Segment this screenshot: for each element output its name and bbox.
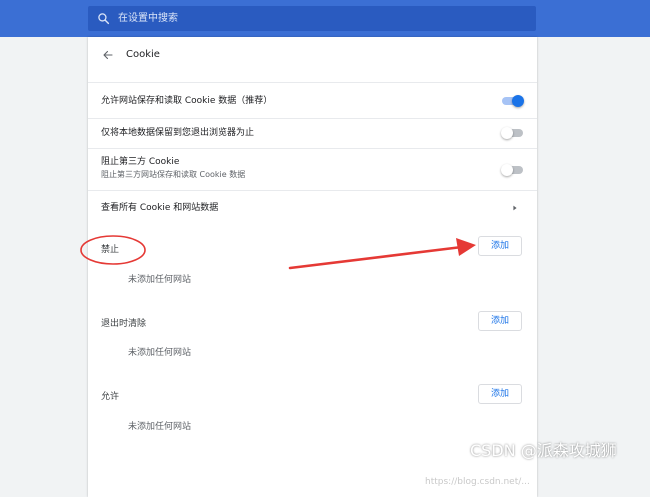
setting-label: 查看所有 Cookie 和网站数据 (101, 203, 219, 213)
section-title-allow: 允许 (101, 392, 120, 402)
setting-allow-cookies[interactable]: 允许网站保存和读取 Cookie 数据（推荐） (88, 82, 537, 118)
chevron-right-icon (513, 205, 517, 211)
add-allow-button[interactable]: 添加 (478, 384, 522, 404)
toggle-knob (501, 127, 513, 139)
search-icon (98, 13, 110, 25)
watermark-url: https://blog.csdn.net/... (425, 477, 530, 487)
cookie-settings-card: Cookie 允许网站保存和读取 Cookie 数据（推荐） 仅将本地数据保留到… (88, 37, 537, 497)
watermark: CSDN @派森攻城狮 (470, 441, 617, 460)
add-block-button[interactable]: 添加 (478, 236, 522, 256)
toggle-knob (512, 95, 524, 107)
setting-view-all-cookies[interactable]: 查看所有 Cookie 和网站数据 (88, 190, 537, 224)
search-input[interactable]: 在设置中搜索 (88, 6, 536, 31)
toggle-knob (501, 164, 513, 176)
add-clear-on-exit-button[interactable]: 添加 (478, 311, 522, 331)
setting-label: 阻止第三方 Cookie (101, 157, 180, 167)
setting-keep-until-exit[interactable]: 仅将本地数据保留到您退出浏览器为止 (88, 118, 537, 148)
setting-label: 仅将本地数据保留到您退出浏览器为止 (101, 128, 255, 138)
empty-clear-on-exit-list: 未添加任何网站 (128, 348, 192, 358)
section-title-clear-on-exit: 退出时清除 (101, 319, 147, 329)
section-title-block: 禁止 (101, 245, 120, 255)
search-placeholder: 在设置中搜索 (118, 13, 178, 24)
block-third-party-toggle[interactable] (501, 164, 523, 176)
allow-cookies-toggle[interactable] (502, 95, 524, 107)
keep-until-exit-toggle[interactable] (501, 127, 523, 139)
empty-block-list: 未添加任何网站 (128, 275, 192, 285)
setting-sublabel: 阻止第三方网站保存和读取 Cookie 数据 (101, 170, 246, 179)
page-header: Cookie (88, 37, 537, 73)
empty-allow-list: 未添加任何网站 (128, 422, 192, 432)
top-bar: 在设置中搜索 (0, 0, 650, 37)
back-arrow-icon[interactable] (102, 49, 114, 61)
setting-label: 允许网站保存和读取 Cookie 数据（推荐） (101, 96, 273, 106)
page-title: Cookie (126, 49, 160, 60)
setting-block-third-party[interactable]: 阻止第三方 Cookie 阻止第三方网站保存和读取 Cookie 数据 (88, 148, 537, 190)
